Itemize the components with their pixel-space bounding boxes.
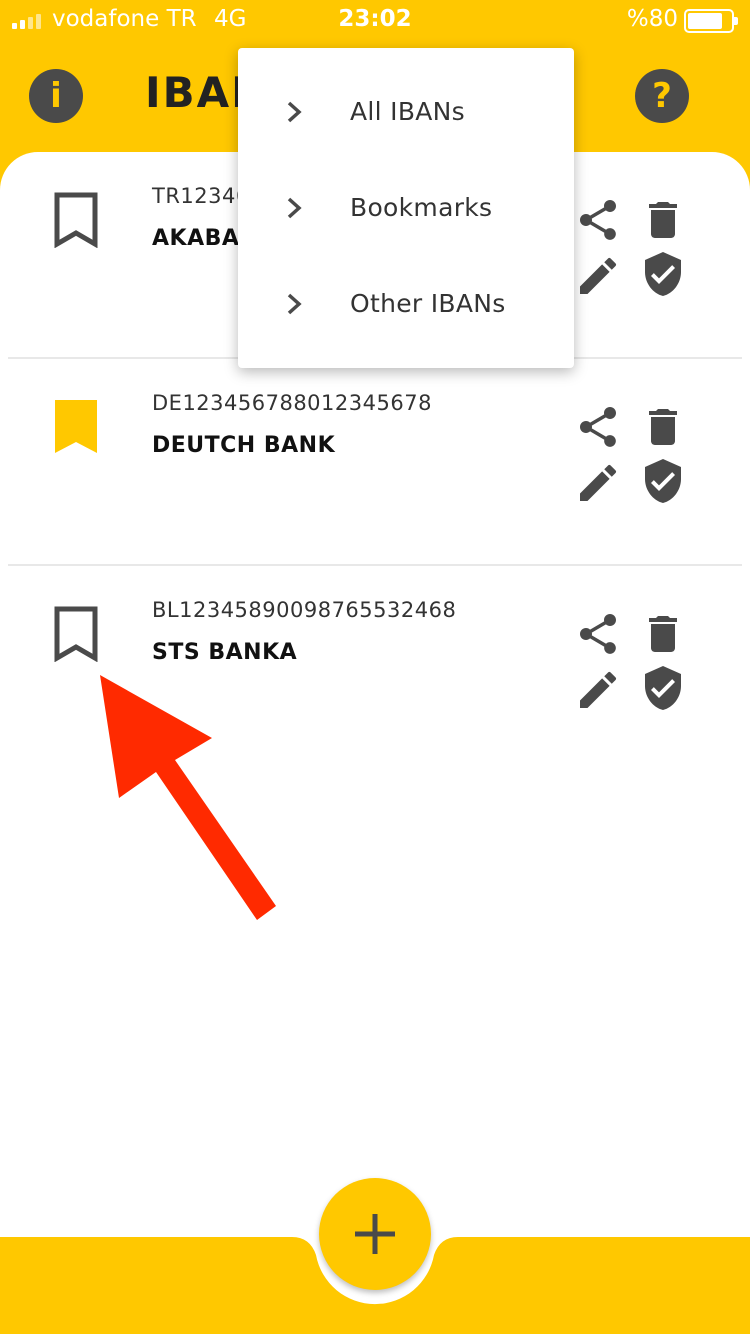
iban-number: TR12346 [152, 184, 250, 208]
share-icon[interactable] [574, 196, 622, 244]
menu-item-label: Other IBANs [350, 289, 506, 318]
battery-fill [688, 13, 722, 29]
add-iban-button[interactable] [319, 1178, 431, 1290]
menu-item-label: Bookmarks [350, 193, 493, 222]
battery-percent: %80 [626, 6, 678, 32]
bookmark-outline-icon[interactable] [54, 192, 98, 248]
bank-name: STS BANKA [152, 640, 298, 665]
iban-number: DE123456788012345678 [152, 391, 432, 415]
list-item[interactable]: BL12345890098765532468 STS BANKA [0, 566, 750, 773]
plus-icon [355, 1214, 395, 1254]
bank-name: AKABAI [152, 226, 249, 251]
verified-shield-icon[interactable] [639, 664, 687, 712]
battery-icon [684, 9, 738, 33]
share-icon[interactable] [574, 403, 622, 451]
info-icon[interactable]: i [29, 69, 83, 123]
edit-icon[interactable] [574, 252, 622, 300]
chevron-right-icon [287, 293, 302, 315]
edit-icon[interactable] [574, 459, 622, 507]
help-icon[interactable]: ? [635, 69, 689, 123]
bookmark-outline-icon[interactable] [54, 606, 98, 662]
verified-shield-icon[interactable] [639, 457, 687, 505]
bank-name: DEUTCH BANK [152, 433, 336, 458]
edit-icon[interactable] [574, 666, 622, 714]
menu-item-other-ibans[interactable]: Other IBANs [238, 256, 574, 352]
iban-number: BL12345890098765532468 [152, 598, 457, 622]
menu-item-all-ibans[interactable]: All IBANs [238, 64, 574, 160]
filter-dropdown-menu: All IBANs Bookmarks Other IBANs [238, 48, 574, 368]
delete-icon[interactable] [639, 196, 687, 244]
delete-icon[interactable] [639, 403, 687, 451]
status-bar: vodafone TR 4G 23:02 %80 [0, 0, 750, 40]
verified-shield-icon[interactable] [639, 250, 687, 298]
bookmark-filled-icon[interactable] [54, 399, 98, 455]
menu-item-label: All IBANs [350, 97, 465, 126]
list-item[interactable]: DE123456788012345678 DEUTCH BANK [0, 359, 750, 566]
chevron-right-icon [287, 101, 302, 123]
delete-icon[interactable] [639, 610, 687, 658]
share-icon[interactable] [574, 610, 622, 658]
chevron-right-icon [287, 197, 302, 219]
menu-item-bookmarks[interactable]: Bookmarks [238, 160, 574, 256]
